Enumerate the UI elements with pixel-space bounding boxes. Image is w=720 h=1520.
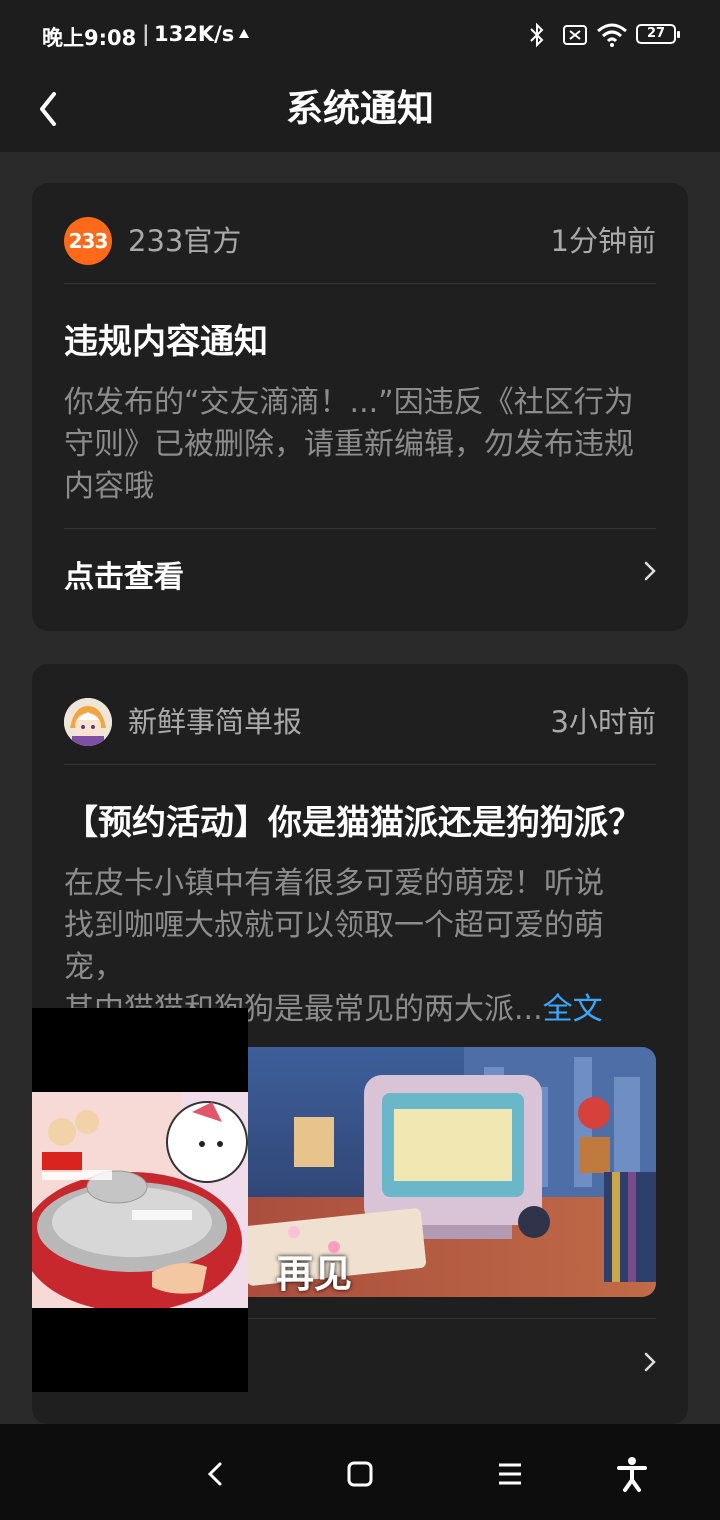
notification-title: 违规内容通知 [64, 322, 268, 362]
status-separator: | [142, 22, 150, 46]
video-thumbnail[interactable] [32, 1092, 248, 1308]
accessibility-icon[interactable] [612, 1454, 652, 1494]
notification-title: 【预约活动】你是猫猫派还是狗狗派？ [64, 803, 642, 843]
battery-level: 27 [646, 26, 666, 41]
system-navigation-bar [0, 1424, 720, 1520]
network-speed: 132K/s [154, 22, 235, 46]
chevron-right-icon[interactable] [640, 1347, 660, 1377]
back-icon[interactable] [196, 1454, 236, 1494]
sender-name: 233官方 [128, 224, 242, 258]
bluetooth-icon [530, 22, 544, 48]
menu-icon[interactable] [490, 1454, 530, 1494]
header: 系统通知 [0, 70, 720, 152]
notification-body: 在皮卡小镇中有着很多可爱的萌宠！听说 找到咖喱大叔就可以领取一个超可爱的萌 宠，… [64, 863, 656, 1031]
floating-video-window[interactable] [32, 1008, 248, 1392]
view-details-link[interactable]: 点击查看 [64, 555, 184, 601]
notification-body: 你发布的“交友滴滴！...”因违反《社区行为守则》已被删除，请重新编辑，勿发布违… [64, 385, 634, 504]
divider [64, 528, 656, 529]
full-text-link[interactable]: 全文 [543, 992, 603, 1027]
body-line: 宠， [64, 950, 124, 985]
avatar-233-logo: 233 [64, 217, 112, 265]
notification-time: 1分钟前 [550, 224, 656, 258]
wifi-icon [597, 23, 627, 47]
divider [64, 764, 656, 765]
sender-name: 新鲜事简单报 [128, 705, 303, 739]
notification-card[interactable]: 233 233官方 1分钟前 违规内容通知 你发布的“交友滴滴！...”因违反《… [32, 183, 688, 631]
chevron-right-icon[interactable] [640, 556, 660, 586]
status-bar: 晚上9:08 | 132K/s 27 [0, 0, 720, 70]
page-title: 系统通知 [286, 87, 434, 130]
avatar [64, 698, 112, 746]
home-icon[interactable] [340, 1454, 380, 1494]
status-time: 晚上9:08 [42, 26, 137, 50]
body-line: 在皮卡小镇中有着很多可爱的萌宠！听说 [64, 866, 604, 901]
notification-time: 3小时前 [550, 705, 656, 739]
notification-icon [239, 29, 249, 38]
divider [64, 283, 656, 284]
battery-icon: 27 [636, 24, 680, 44]
sim-icon [563, 25, 587, 45]
body-line: 找到咖喱大叔就可以领取一个超可爱的萌 [64, 908, 604, 943]
banner-caption: 再见 [276, 1252, 353, 1296]
